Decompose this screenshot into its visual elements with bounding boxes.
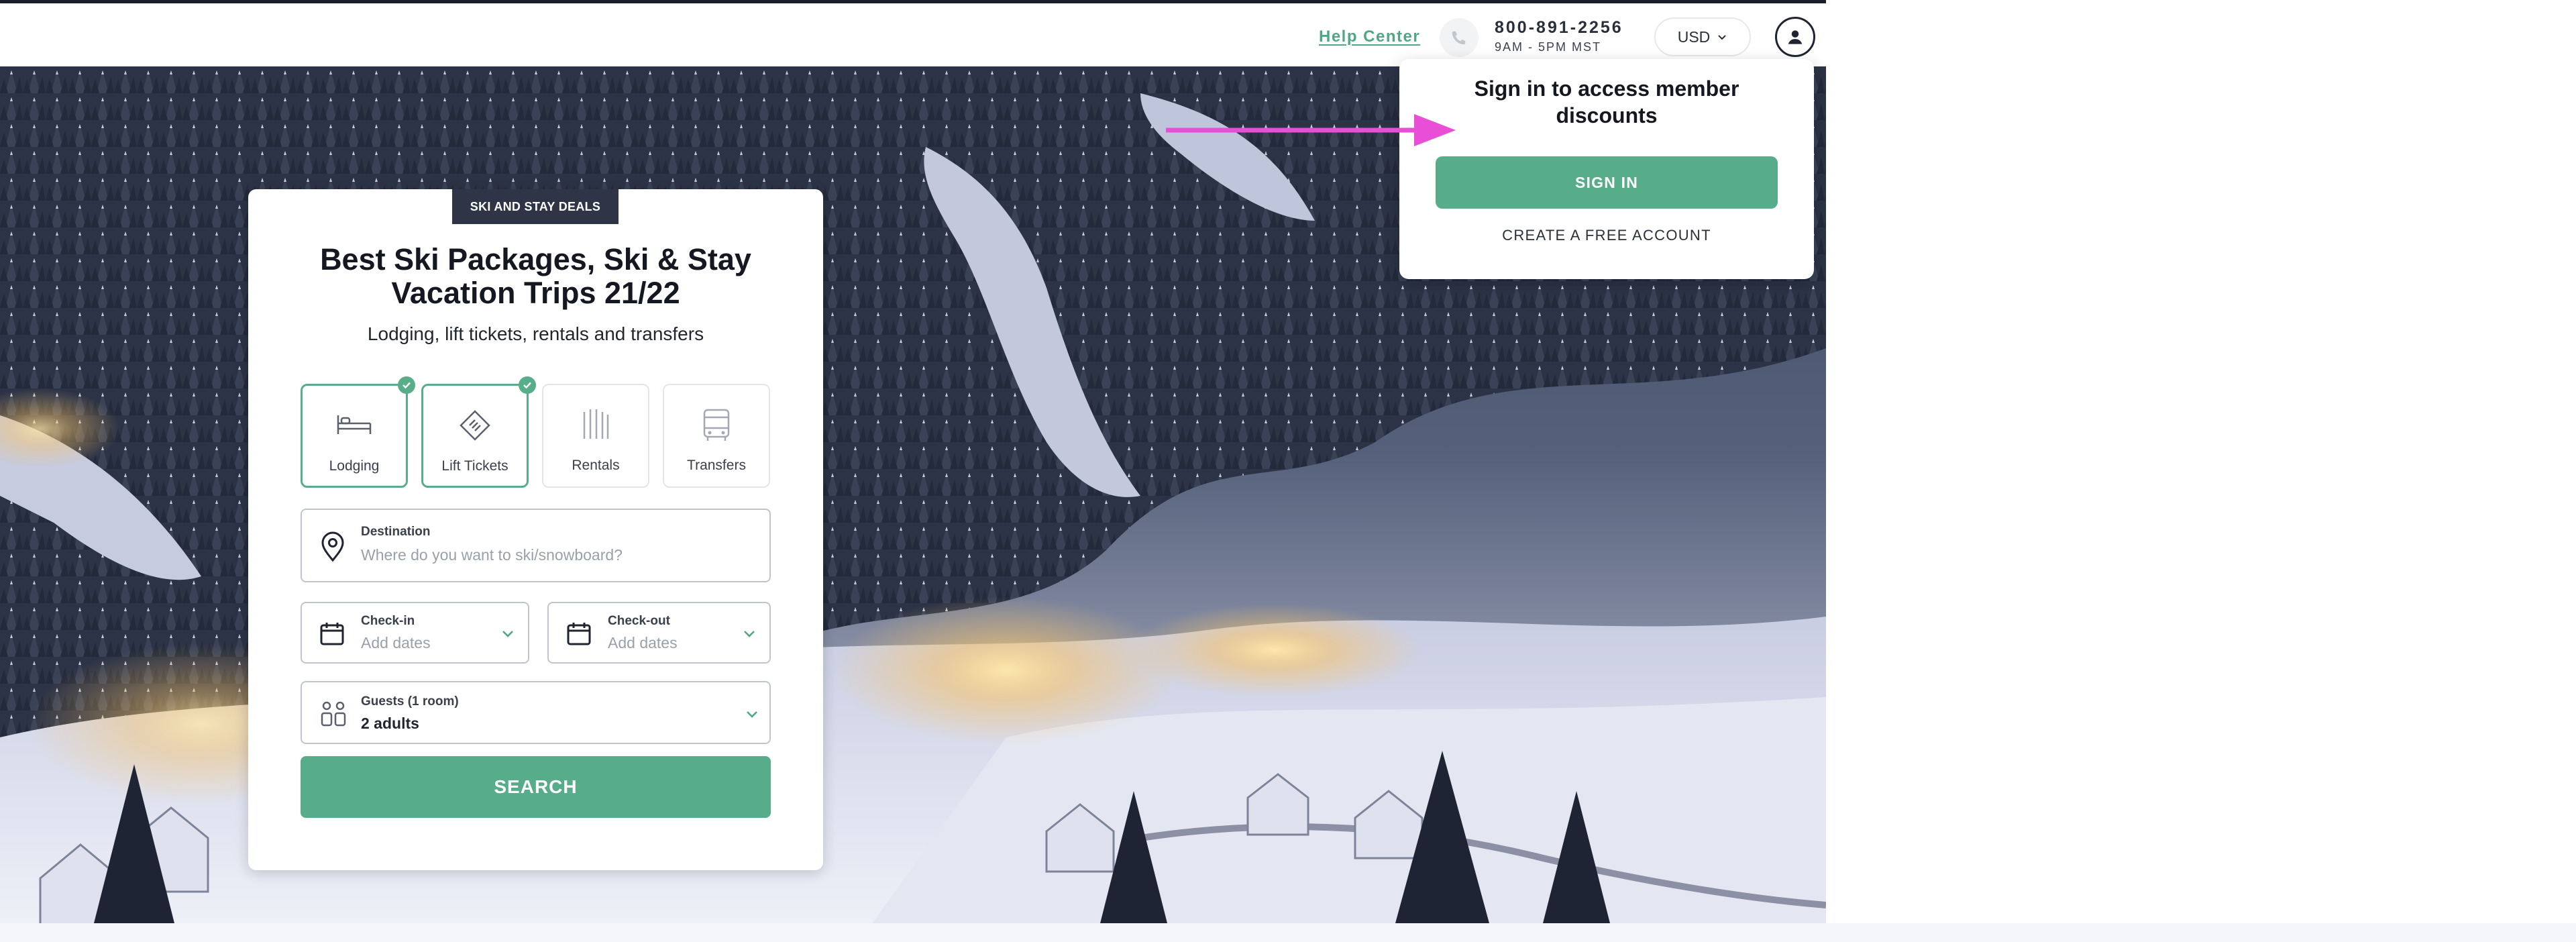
chevron-down-icon xyxy=(747,711,757,718)
service-tile-lift-tickets[interactable]: Lift Tickets xyxy=(421,376,536,488)
check-out-value: Add dates xyxy=(608,634,678,651)
signin-popover: Sign in to access member discounts SIGN … xyxy=(1399,59,1814,279)
service-tile-transfers[interactable]: Transfers xyxy=(663,384,770,488)
guests-icon xyxy=(321,701,346,727)
chevron-down-icon xyxy=(1718,35,1726,40)
service-tile-lodging[interactable]: Lodging xyxy=(301,376,415,488)
check-icon xyxy=(398,376,415,394)
check-icon xyxy=(519,376,536,394)
user-icon xyxy=(1788,30,1803,44)
search-card: SKI AND STAY DEALS Best Ski Packages, Sk… xyxy=(248,189,823,870)
guests-label: Guests (1 room) xyxy=(361,694,459,709)
guests-field[interactable]: Guests (1 room) 2 adults xyxy=(301,681,771,744)
phone-icon xyxy=(1452,31,1466,45)
phone-button[interactable] xyxy=(1440,18,1479,57)
destination-field[interactable]: Destination Where do you want to ski/sno… xyxy=(301,509,771,582)
phone-number[interactable]: 800-891-2256 xyxy=(1495,18,1623,38)
check-out-field[interactable]: Check-out Add dates xyxy=(547,602,771,664)
destination-input[interactable]: Where do you want to ski/snowboard? xyxy=(361,546,623,564)
help-center-link[interactable]: Help Center xyxy=(1319,28,1420,46)
ticket-icon xyxy=(460,410,490,441)
account-button[interactable] xyxy=(1775,17,1815,57)
create-account-link[interactable]: CREATE A FREE ACCOUNT xyxy=(1436,227,1778,244)
service-label: Lift Tickets xyxy=(441,458,508,474)
calendar-icon xyxy=(567,623,591,645)
page: Help Center 800-891-2256 9AM - 5PM MST U… xyxy=(0,0,2576,942)
map-pin-icon xyxy=(321,531,344,562)
currency-selector[interactable]: USD xyxy=(1654,17,1751,56)
phone-hours: 9AM - 5PM MST xyxy=(1495,40,1602,54)
destination-label: Destination xyxy=(361,525,431,539)
service-label: Rentals xyxy=(572,458,620,473)
service-tile-rentals[interactable]: Rentals xyxy=(542,384,649,488)
bus-icon xyxy=(703,409,730,441)
check-in-label: Check-in xyxy=(361,614,415,628)
bed-icon xyxy=(337,415,372,434)
site-header: Help Center 800-891-2256 9AM - 5PM MST U… xyxy=(0,3,1826,66)
check-out-label: Check-out xyxy=(608,614,670,628)
guests-value: 2 adults xyxy=(361,715,419,732)
page-title: Best Ski Packages, Ski & Stay Vacation T… xyxy=(320,242,751,310)
deals-badge: SKI AND STAY DEALS xyxy=(452,189,619,224)
chevron-down-icon xyxy=(744,631,755,637)
chevron-down-icon xyxy=(502,631,513,637)
search-button[interactable]: SEARCH xyxy=(301,756,771,818)
service-label: Lodging xyxy=(329,458,380,474)
check-in-field[interactable]: Check-in Add dates xyxy=(301,602,529,664)
page-footer-strip xyxy=(0,923,2576,942)
page-subtitle: Lodging, lift tickets, rentals and trans… xyxy=(367,323,704,344)
sign-in-button[interactable]: SIGN IN xyxy=(1436,156,1778,209)
skis-icon xyxy=(583,409,609,439)
arrow-annotation-icon xyxy=(1166,114,1456,146)
signin-heading: Sign in to access member discounts xyxy=(1474,76,1739,127)
calendar-icon xyxy=(320,623,344,645)
currency-label: USD xyxy=(1677,28,1711,46)
service-label: Transfers xyxy=(687,458,746,473)
check-in-value: Add dates xyxy=(361,634,431,651)
